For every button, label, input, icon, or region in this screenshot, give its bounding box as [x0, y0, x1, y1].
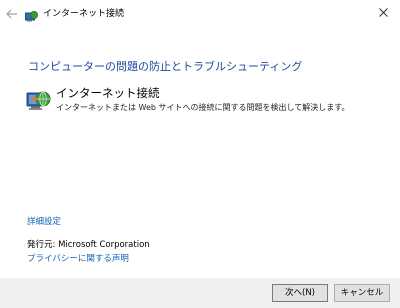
- back-arrow-icon[interactable]: [5, 6, 19, 20]
- close-icon: [379, 8, 388, 17]
- close-button[interactable]: [366, 0, 400, 26]
- privacy-link[interactable]: プライバシーに関する声明: [27, 254, 129, 265]
- publisher-text: 発行元: Microsoft Corporation: [27, 240, 150, 250]
- window-title: インターネット接続: [43, 9, 125, 19]
- item-description: インターネットまたは Web サイトへの接続に関する問題を検出して解決します。: [56, 103, 350, 112]
- network-globe-icon: [26, 88, 52, 114]
- cancel-button[interactable]: キャンセル: [334, 284, 390, 302]
- item-title[interactable]: インターネット接続: [56, 86, 160, 100]
- title-bar: インターネット接続: [0, 0, 400, 26]
- network-globe-icon: [25, 8, 38, 22]
- advanced-link[interactable]: 詳細設定: [27, 217, 61, 228]
- page-heading: コンピューターの問題の防止とトラブルシューティング: [28, 60, 303, 73]
- next-button[interactable]: 次へ(N): [272, 284, 328, 302]
